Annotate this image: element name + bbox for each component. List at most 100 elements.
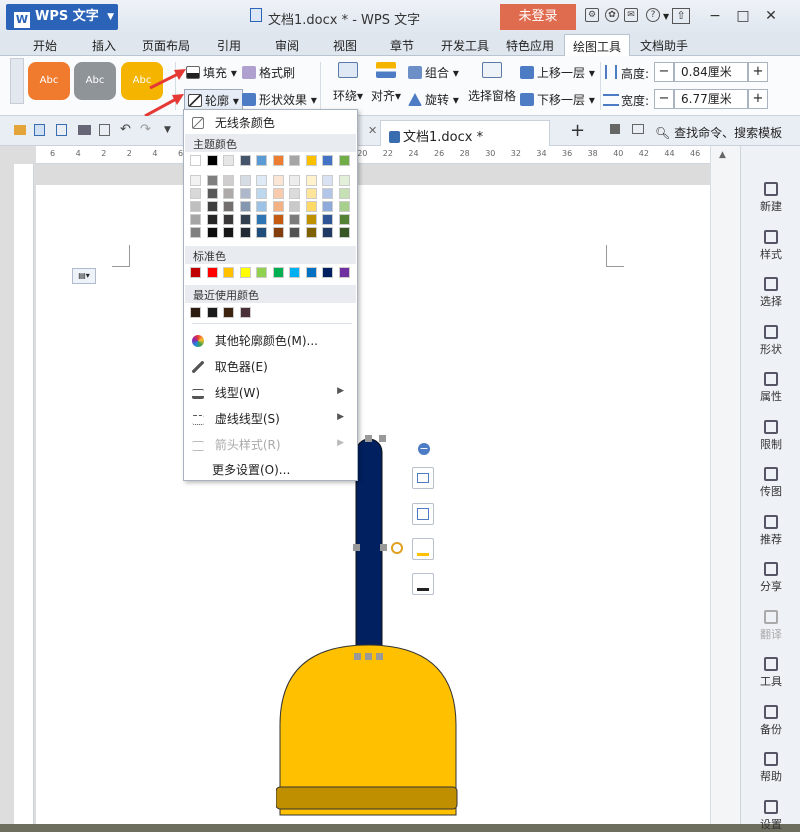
theme-color-swatch[interactable] [239, 227, 251, 238]
layout-options-button[interactable] [412, 467, 434, 489]
drawn-shape[interactable] [276, 435, 466, 825]
customize-chevron-icon[interactable]: ▼ [164, 125, 171, 135]
settings-icon[interactable]: ✿ [605, 8, 619, 22]
tab-developer[interactable]: 开发工具 [441, 37, 489, 54]
bring-forward-button[interactable]: 上移一层 ▾ [520, 64, 595, 81]
sidebar-item-7[interactable]: 推荐 [741, 514, 800, 547]
standard-color-swatch[interactable] [239, 267, 251, 278]
width-decrease-button[interactable]: − [654, 89, 674, 109]
selection-handle[interactable] [365, 435, 372, 442]
close-tab-icon[interactable]: ✕ [368, 124, 377, 137]
theme-color-swatch[interactable] [256, 227, 267, 238]
rotate-handle[interactable] [391, 542, 403, 554]
standard-color-swatch[interactable] [322, 267, 333, 278]
pin-icon[interactable] [610, 124, 620, 134]
open-folder-icon[interactable] [14, 125, 26, 135]
standard-color-swatch[interactable] [338, 267, 350, 278]
new-tab-button[interactable]: + [570, 120, 585, 141]
chevron-down-icon[interactable]: ▼ [663, 12, 669, 21]
theme-color-swatch[interactable] [239, 214, 251, 225]
sidebar-item-12[interactable]: 帮助 [741, 752, 800, 784]
document-tab[interactable]: 文档1.docx * [380, 120, 550, 146]
tab-special-features[interactable]: 特色应用 [506, 37, 554, 54]
theme-color-swatch[interactable] [206, 201, 218, 212]
theme-color-swatch[interactable] [305, 214, 317, 225]
width-input[interactable]: 6.77厘米 [674, 89, 748, 109]
format-painter-button[interactable]: 格式刷 [242, 64, 295, 81]
theme-color-swatch[interactable] [190, 175, 201, 186]
print-icon[interactable] [78, 125, 91, 135]
selection-handle[interactable] [365, 653, 372, 660]
selection-handle[interactable] [376, 653, 383, 660]
send-backward-button[interactable]: 下移一层 ▾ [520, 91, 595, 108]
theme-color-swatch[interactable] [289, 175, 300, 186]
theme-color-swatch[interactable] [322, 227, 333, 238]
theme-color-swatch[interactable] [272, 175, 284, 186]
no-line-color-item[interactable]: 无线条颜色 [192, 114, 275, 131]
theme-color-swatch[interactable] [272, 201, 284, 212]
theme-color-swatch[interactable] [322, 214, 333, 225]
theme-color-swatch[interactable] [289, 201, 300, 212]
theme-color-swatch[interactable] [223, 201, 234, 212]
shape-outline-button[interactable] [412, 573, 434, 595]
theme-color-swatch[interactable] [322, 175, 333, 186]
skin-icon[interactable]: ⚙ [585, 8, 599, 22]
theme-color-swatch[interactable] [239, 188, 251, 199]
tab-sections[interactable]: 章节 [390, 37, 414, 54]
maximize-button[interactable]: □ [732, 6, 754, 26]
selection-handle[interactable] [380, 544, 387, 551]
theme-color-swatch[interactable] [239, 201, 251, 212]
theme-color-swatch[interactable] [190, 188, 201, 199]
collapse-icon[interactable]: − [418, 443, 430, 455]
help-icon[interactable]: ? [646, 8, 660, 22]
shape-effect-button[interactable]: 形状效果 ▾ [242, 91, 317, 108]
vertical-scrollbar[interactable]: ▲ [710, 146, 740, 824]
paste-options-icon[interactable]: ▤▾ [72, 268, 96, 284]
sidebar-item-13[interactable]: 设置 [741, 799, 800, 832]
theme-color-swatch[interactable] [305, 188, 317, 199]
sidebar-item-5[interactable]: 限制 [741, 419, 800, 452]
shape-style-gray[interactable]: Abc [74, 62, 116, 100]
restore-ribbon-icon[interactable]: ⇧ [672, 8, 690, 24]
tab-doc-assistant[interactable]: 文档助手 [640, 37, 688, 54]
theme-color-swatch[interactable] [206, 175, 218, 186]
wps-app-menu-button[interactable]: W WPS 文字 ▼ [6, 4, 118, 30]
base-shape[interactable] [276, 786, 458, 810]
sidebar-item-4[interactable]: 属性 [741, 372, 800, 404]
recent-color-swatch[interactable] [190, 307, 201, 318]
theme-color-swatch[interactable] [223, 214, 234, 225]
sidebar-item-6[interactable]: 传图 [741, 467, 800, 499]
height-increase-button[interactable]: + [748, 62, 768, 82]
recent-color-swatch[interactable] [223, 307, 234, 318]
theme-color-swatch[interactable] [322, 201, 333, 212]
recent-color-swatch[interactable] [206, 307, 218, 318]
shape-style-orange[interactable]: Abc [28, 62, 70, 100]
theme-color-swatch[interactable] [305, 227, 317, 238]
theme-color-swatch[interactable] [305, 175, 317, 186]
theme-color-swatch[interactable] [305, 201, 317, 212]
theme-color-swatch[interactable] [272, 188, 284, 199]
tab-review[interactable]: 审阅 [275, 37, 299, 54]
width-increase-button[interactable]: + [748, 89, 768, 109]
rotate-button[interactable]: 旋转 ▾ [408, 91, 459, 108]
standard-color-swatch[interactable] [206, 267, 218, 278]
theme-color-swatch[interactable] [322, 155, 333, 166]
dash-type-item[interactable]: 虚线线型(S) ▶ [192, 410, 352, 427]
theme-color-swatch[interactable] [223, 188, 234, 199]
theme-color-swatch[interactable] [239, 155, 251, 166]
height-decrease-button[interactable]: − [654, 62, 674, 82]
theme-color-swatch[interactable] [322, 188, 333, 199]
selection-handle[interactable] [354, 653, 361, 660]
style-scroll-left[interactable] [10, 58, 24, 104]
theme-color-swatch[interactable] [289, 188, 300, 199]
eyedropper-item[interactable]: 取色器(E) [192, 358, 268, 375]
selection-handle[interactable] [379, 435, 386, 442]
theme-color-swatch[interactable] [338, 175, 350, 186]
recent-color-swatch[interactable] [239, 307, 251, 318]
theme-color-swatch[interactable] [206, 214, 218, 225]
tab-page-layout[interactable]: 页面布局 [142, 37, 190, 54]
theme-color-swatch[interactable] [256, 201, 267, 212]
theme-color-swatch[interactable] [223, 175, 234, 186]
theme-color-swatch[interactable] [272, 155, 284, 166]
save-icon[interactable] [34, 124, 45, 136]
